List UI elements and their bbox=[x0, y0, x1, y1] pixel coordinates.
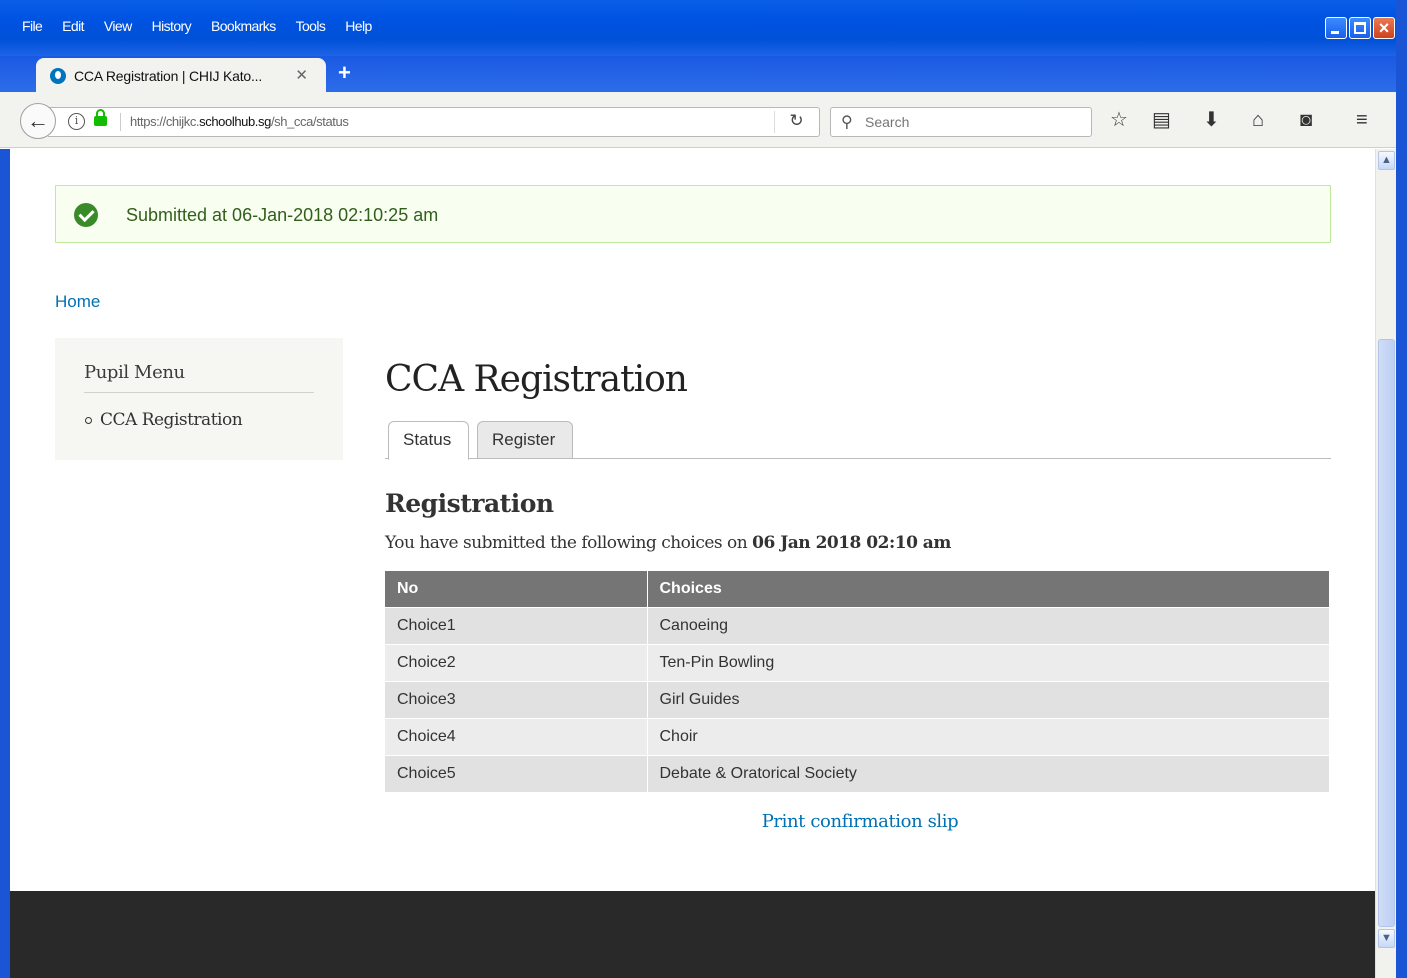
browser-tab-active[interactable]: CCA Registration | CHIJ Kato... ✕ bbox=[36, 58, 326, 94]
menu-help[interactable]: Help bbox=[335, 18, 381, 34]
choice-name: Choir bbox=[647, 717, 1329, 755]
table-row: Choice4 Choir bbox=[385, 717, 1329, 755]
scroll-thumb[interactable] bbox=[1378, 339, 1395, 927]
scroll-up-button[interactable]: ▲ bbox=[1378, 151, 1395, 170]
tab-status[interactable]: Status bbox=[388, 421, 469, 460]
new-tab-button[interactable]: + bbox=[338, 60, 351, 86]
lock-icon[interactable] bbox=[94, 109, 107, 126]
chevron-up-icon: ▲ bbox=[1381, 154, 1392, 166]
vertical-scrollbar[interactable]: ▲ ▼ bbox=[1375, 149, 1396, 978]
url-separator bbox=[120, 113, 121, 131]
breadcrumb-home-link[interactable]: Home bbox=[55, 292, 100, 312]
url-path: /sh_cca/status bbox=[270, 114, 349, 129]
close-window-button[interactable]: × bbox=[1373, 17, 1395, 39]
url-prefix: https://chijkc. bbox=[130, 114, 200, 129]
window-border-right bbox=[1396, 0, 1407, 978]
maximize-button[interactable] bbox=[1349, 17, 1371, 39]
browser-window: File Edit View History Bookmarks Tools H… bbox=[0, 0, 1407, 978]
check-circle-icon bbox=[74, 203, 98, 227]
print-confirmation-link[interactable]: Print confirmation slip bbox=[10, 811, 1375, 832]
url-text[interactable]: https://chijkc.schoolhub.sg/sh_cca/statu… bbox=[130, 114, 349, 129]
section-title: Registration bbox=[385, 489, 554, 518]
page-tabs: Status Register bbox=[385, 421, 1331, 460]
minimize-icon bbox=[1331, 31, 1339, 34]
page-content: Submitted at 06-Jan-2018 02:10:25 am Hom… bbox=[10, 149, 1375, 978]
choice-number: Choice2 bbox=[385, 643, 648, 681]
scroll-down-button[interactable]: ▼ bbox=[1378, 929, 1395, 948]
menu-bar: File Edit View History Bookmarks Tools H… bbox=[8, 18, 382, 34]
page-footer bbox=[10, 891, 1375, 978]
pocket-icon[interactable]: ◙ bbox=[1300, 110, 1312, 130]
column-header-no: No bbox=[385, 571, 648, 607]
search-input[interactable] bbox=[865, 108, 1085, 136]
tab-strip: CCA Registration | CHIJ Kato... ✕ + bbox=[0, 56, 1407, 94]
window-controls: × bbox=[1325, 17, 1395, 39]
choice-name: Debate & Oratorical Society bbox=[647, 754, 1329, 792]
close-icon: × bbox=[1378, 18, 1390, 38]
chevron-down-icon: ▼ bbox=[1381, 932, 1392, 944]
choice-name: Ten-Pin Bowling bbox=[647, 643, 1329, 681]
submitted-date: 06 Jan 2018 02:10 am bbox=[752, 533, 951, 553]
submitted-prefix: You have submitted the following choices… bbox=[385, 533, 753, 553]
sidebar-item-label: CCA Registration bbox=[100, 410, 243, 430]
choice-name: Girl Guides bbox=[647, 680, 1329, 718]
table-row: Choice5 Debate & Oratorical Society bbox=[385, 754, 1329, 792]
window-border-left bbox=[0, 149, 10, 978]
menu-view[interactable]: View bbox=[94, 18, 142, 34]
menu-file[interactable]: File bbox=[8, 18, 52, 34]
navigation-bar: i https://chijkc.schoolhub.sg/sh_cca/sta… bbox=[0, 92, 1407, 148]
back-button[interactable]: ← bbox=[20, 103, 56, 139]
home-icon[interactable]: ⌂ bbox=[1252, 110, 1264, 130]
tab-title: CCA Registration | CHIJ Kato... bbox=[74, 68, 263, 84]
status-text: Submitted at 06-Jan-2018 02:10:25 am bbox=[126, 205, 439, 225]
submitted-line: You have submitted the following choices… bbox=[385, 533, 951, 553]
menu-history[interactable]: History bbox=[142, 18, 201, 34]
title-bar: File Edit View History Bookmarks Tools H… bbox=[0, 0, 1407, 56]
reload-icon[interactable]: ↻ bbox=[774, 111, 818, 133]
table-row: Choice2 Ten-Pin Bowling bbox=[385, 643, 1329, 681]
choices-table: No Choices Choice1 Canoeing Choice2 Ten-… bbox=[385, 571, 1329, 792]
tab-close-icon[interactable]: ✕ bbox=[295, 66, 308, 84]
choice-number: Choice1 bbox=[385, 606, 648, 644]
column-header-choices: Choices bbox=[647, 571, 1329, 607]
table-header-row: No Choices bbox=[385, 571, 1329, 607]
choice-number: Choice5 bbox=[385, 754, 648, 792]
choice-number: Choice4 bbox=[385, 717, 648, 755]
choice-name: Canoeing bbox=[647, 606, 1329, 644]
drupal-favicon-icon bbox=[50, 68, 66, 84]
menu-edit[interactable]: Edit bbox=[52, 18, 94, 34]
url-domain: schoolhub.sg bbox=[199, 114, 271, 129]
sidebar-title: Pupil Menu bbox=[84, 362, 314, 393]
back-arrow-icon: ← bbox=[27, 108, 49, 133]
menu-icon[interactable]: ≡ bbox=[1356, 110, 1368, 130]
status-message: Submitted at 06-Jan-2018 02:10:25 am bbox=[55, 185, 1331, 243]
page-title: CCA Registration bbox=[385, 359, 688, 400]
menu-bookmarks[interactable]: Bookmarks bbox=[201, 18, 286, 34]
sidebar-item-cca-registration[interactable]: CCA Registration bbox=[85, 410, 243, 430]
search-bar[interactable]: ⚲ bbox=[830, 107, 1092, 137]
tab-register[interactable]: Register bbox=[477, 421, 573, 459]
table-row: Choice3 Girl Guides bbox=[385, 680, 1329, 718]
bullet-icon bbox=[85, 417, 92, 424]
search-icon: ⚲ bbox=[841, 114, 853, 131]
choice-number: Choice3 bbox=[385, 680, 648, 718]
bookmark-star-icon[interactable]: ☆ bbox=[1110, 110, 1128, 130]
downloads-icon[interactable]: ⬇ bbox=[1203, 110, 1220, 130]
info-icon[interactable]: i bbox=[68, 113, 85, 130]
pupil-menu-sidebar: Pupil Menu CCA Registration bbox=[55, 338, 343, 460]
url-bar[interactable]: i https://chijkc.schoolhub.sg/sh_cca/sta… bbox=[48, 107, 820, 137]
minimize-button[interactable] bbox=[1325, 17, 1347, 39]
reading-list-icon[interactable]: ▤ bbox=[1152, 110, 1171, 130]
maximize-icon bbox=[1354, 22, 1366, 34]
menu-tools[interactable]: Tools bbox=[286, 18, 336, 34]
table-row: Choice1 Canoeing bbox=[385, 606, 1329, 644]
